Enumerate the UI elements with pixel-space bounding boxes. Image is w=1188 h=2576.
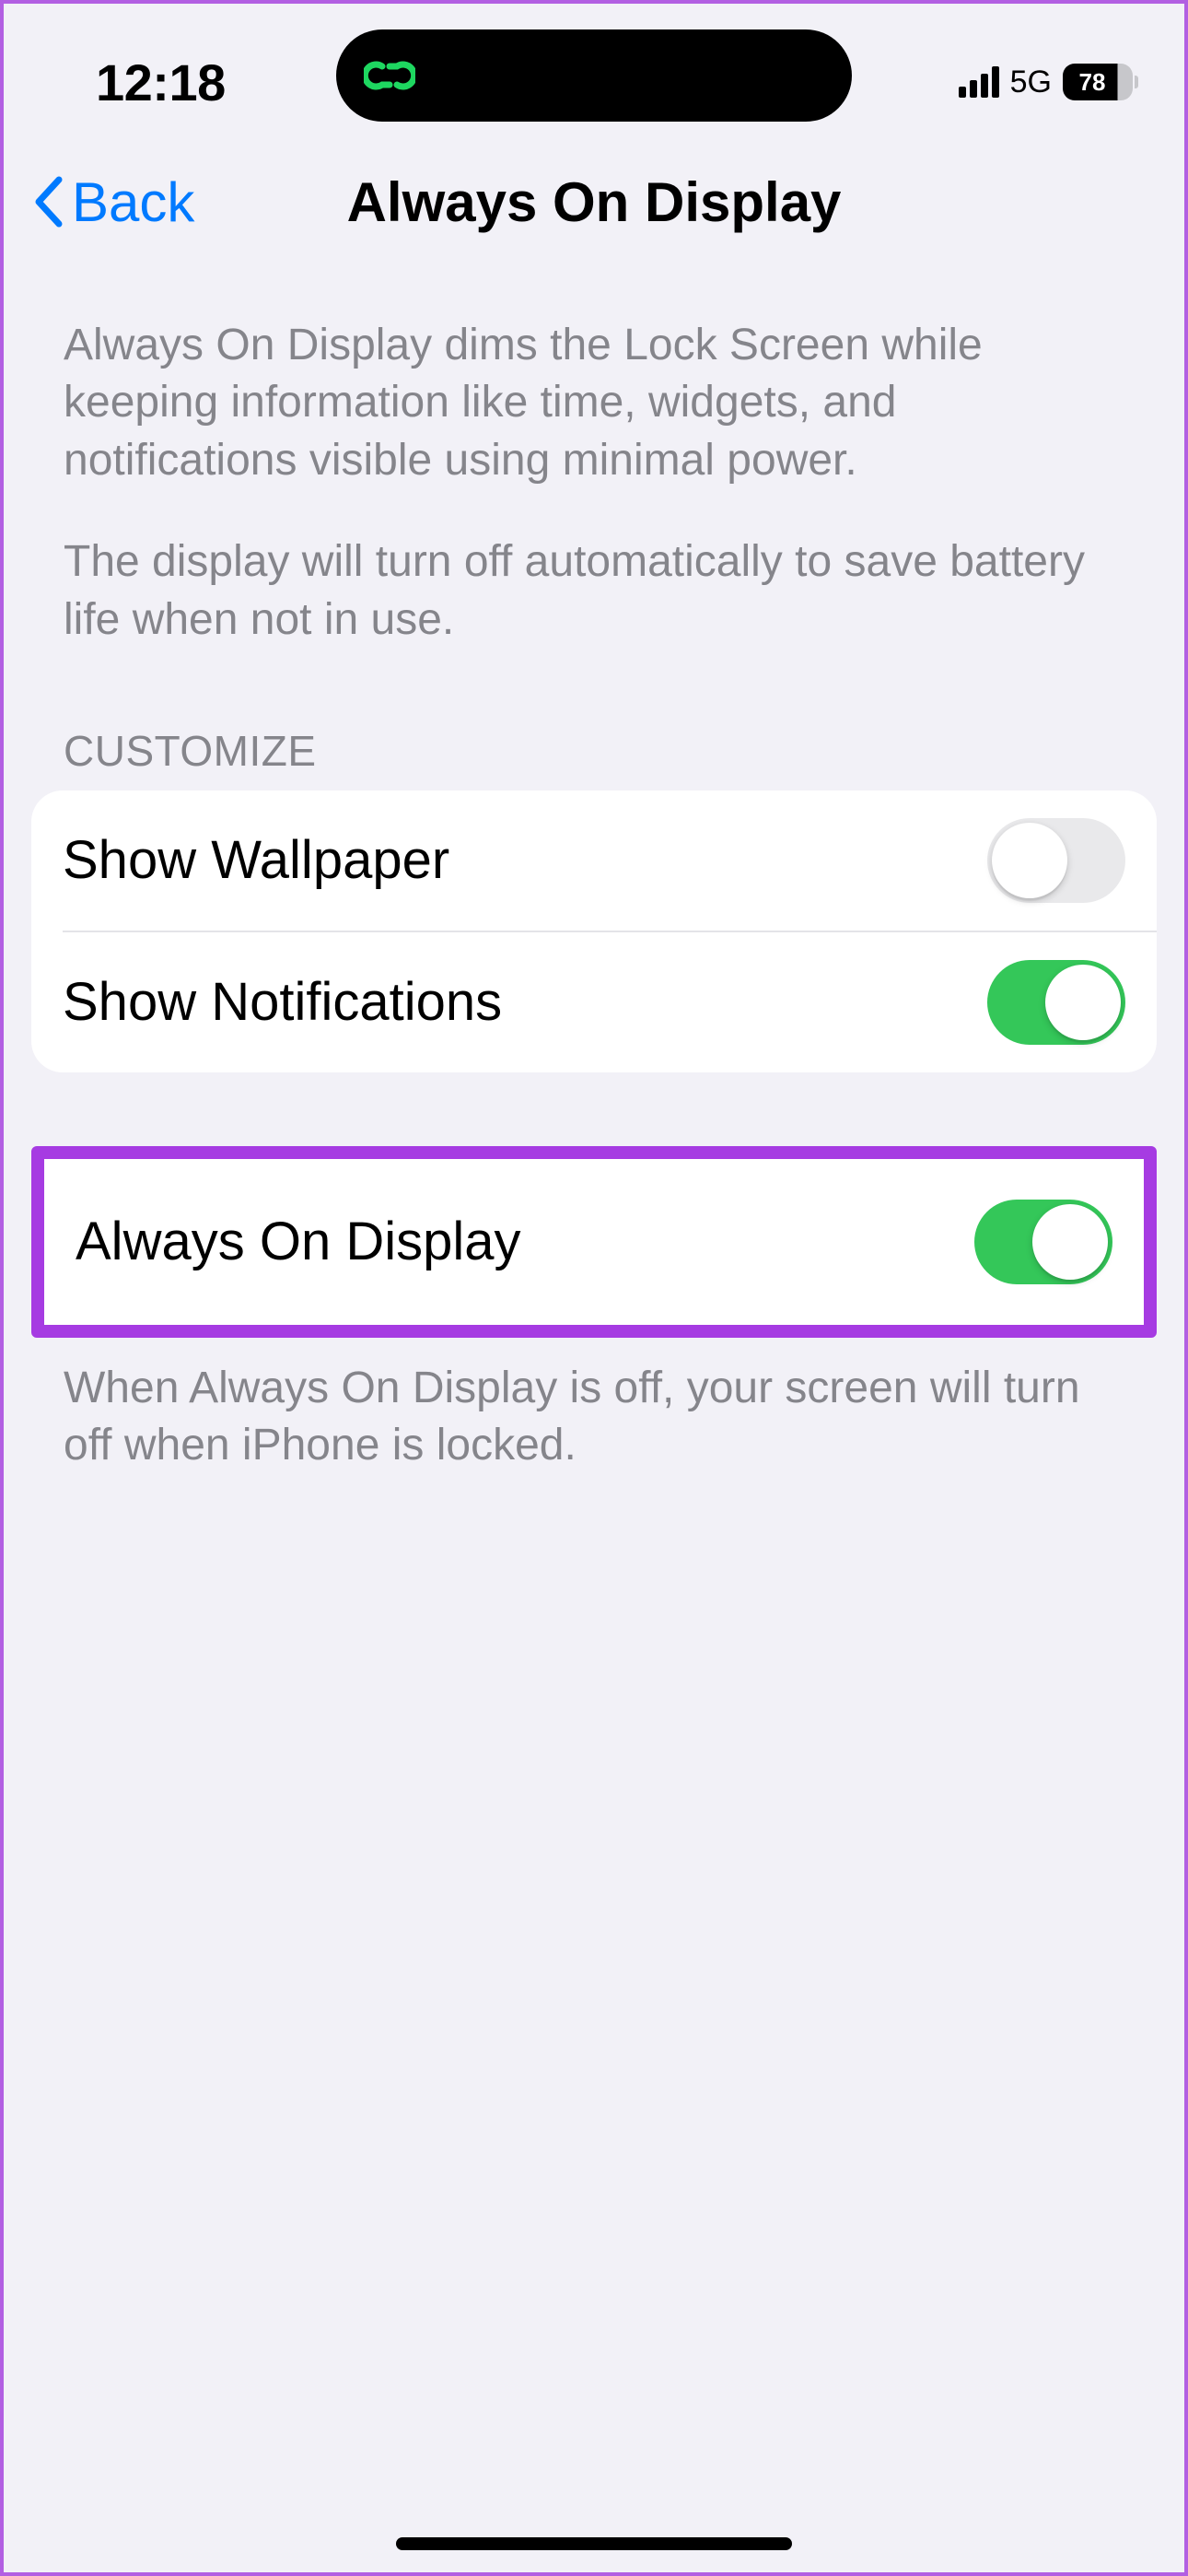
- status-right: 5G 78: [959, 64, 1138, 100]
- always-on-group: Always On Display: [31, 1146, 1157, 1338]
- battery-icon: 78: [1063, 64, 1138, 100]
- row-label: Show Wallpaper: [63, 829, 449, 891]
- toggle-knob: [992, 823, 1067, 898]
- toggle-show-wallpaper[interactable]: [987, 818, 1125, 903]
- chevron-left-icon: [31, 176, 68, 228]
- link-chain-icon: [364, 50, 415, 101]
- row-always-on-display[interactable]: Always On Display: [44, 1159, 1144, 1325]
- dynamic-island[interactable]: [336, 29, 852, 122]
- row-show-wallpaper[interactable]: Show Wallpaper: [31, 790, 1157, 931]
- cellular-signal-icon: [959, 66, 999, 98]
- home-indicator[interactable]: [396, 2537, 792, 2550]
- back-button[interactable]: Back: [31, 170, 194, 234]
- network-type: 5G: [1010, 64, 1052, 100]
- footer-text: When Always On Display is off, your scre…: [4, 1338, 1184, 1475]
- back-label: Back: [72, 170, 194, 234]
- toggle-always-on-display[interactable]: [974, 1200, 1112, 1284]
- description-paragraph-2: The display will turn off automatically …: [64, 533, 1124, 649]
- customize-group: Show Wallpaper Show Notifications: [31, 790, 1157, 1072]
- row-label: Show Notifications: [63, 971, 502, 1033]
- row-label: Always On Display: [76, 1211, 520, 1272]
- section-header-customize: CUSTOMIZE: [4, 693, 1184, 790]
- toggle-knob: [1032, 1204, 1108, 1280]
- description-paragraph-1: Always On Display dims the Lock Screen w…: [64, 317, 1124, 489]
- status-bar: 12:18 5G 78: [4, 4, 1184, 133]
- toggle-show-notifications[interactable]: [987, 960, 1125, 1045]
- status-time: 12:18: [50, 53, 234, 112]
- battery-percent: 78: [1079, 68, 1106, 97]
- description-block: Always On Display dims the Lock Screen w…: [4, 271, 1184, 649]
- row-show-notifications[interactable]: Show Notifications: [63, 931, 1157, 1072]
- nav-bar: Back Always On Display: [4, 133, 1184, 271]
- toggle-knob: [1045, 965, 1121, 1040]
- page-title: Always On Display: [347, 170, 842, 234]
